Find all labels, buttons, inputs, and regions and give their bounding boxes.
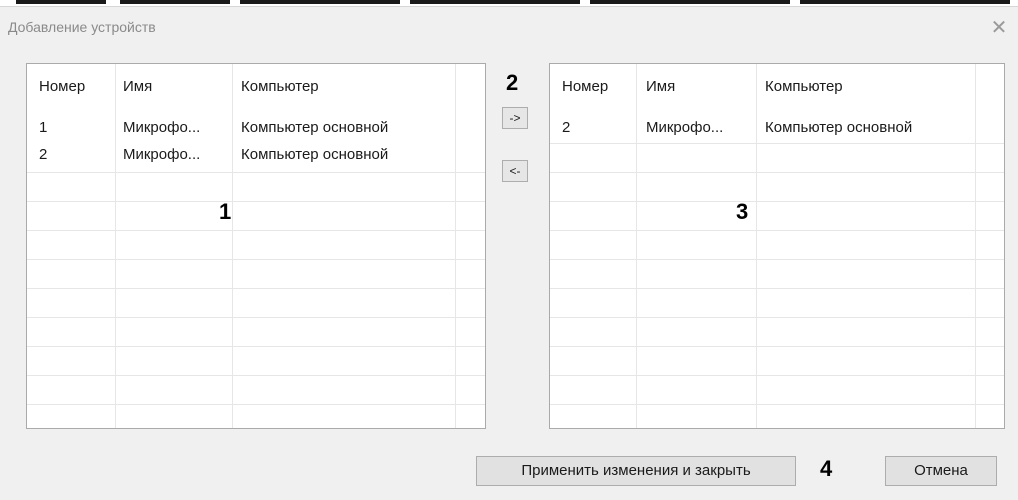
table-row-1-name[interactable]: Микрофо... <box>646 119 723 136</box>
callout-4: 4 <box>820 456 833 481</box>
table-row-1-computer[interactable]: Компьютер основной <box>765 119 912 136</box>
column-header-number[interactable]: Номер <box>39 78 85 95</box>
cancel-button[interactable]: Отмена <box>885 456 997 486</box>
column-header-name[interactable]: Имя <box>123 78 152 95</box>
close-icon[interactable]: ✕ <box>988 17 1010 39</box>
dialog-title: Добавление устройств <box>8 19 156 35</box>
apply-and-close-button[interactable]: Применить изменения и закрыть <box>476 456 796 486</box>
selected-devices-table[interactable]: Номер Имя Компьютер 2 Микрофо... Компьют… <box>549 63 1005 429</box>
table-row-2-number[interactable]: 2 <box>39 146 47 163</box>
column-header-computer[interactable]: Компьютер <box>765 78 843 95</box>
add-device-button[interactable]: -> <box>502 107 528 129</box>
table-row-2-computer[interactable]: Компьютер основной <box>241 146 388 163</box>
available-devices-table[interactable]: Номер Имя Компьютер 1 Микрофо... Компьют… <box>26 63 486 429</box>
table-row-2-name[interactable]: Микрофо... <box>123 146 200 163</box>
table-row-1-name[interactable]: Микрофо... <box>123 119 200 136</box>
remove-device-button[interactable]: <- <box>502 160 528 182</box>
table-row-1-computer[interactable]: Компьютер основной <box>241 119 388 136</box>
callout-2: 2 <box>506 70 519 95</box>
column-header-number[interactable]: Номер <box>562 78 608 95</box>
column-header-name[interactable]: Имя <box>646 78 675 95</box>
table-row-1-number[interactable]: 1 <box>39 119 47 136</box>
column-header-computer[interactable]: Компьютер <box>241 78 319 95</box>
table-row-1-number[interactable]: 2 <box>562 119 570 136</box>
callout-1: 1 <box>219 199 232 224</box>
callout-3: 3 <box>736 199 749 224</box>
